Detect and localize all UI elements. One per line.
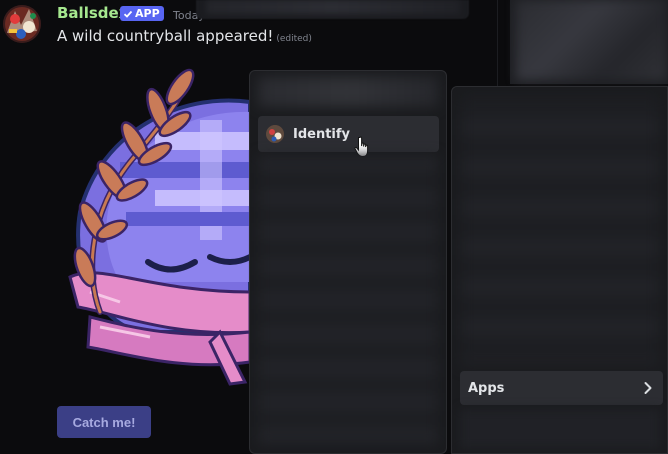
bot-avatar[interactable] [3, 5, 41, 43]
message-content: A wild countryball appeared! (edited) [57, 27, 312, 45]
edited-label: (edited) [276, 34, 312, 44]
verified-check-icon [123, 10, 133, 18]
blurred-toolbar-content [206, 0, 460, 14]
app-badge: APP [120, 6, 164, 21]
blurred-menu-items [258, 155, 438, 445]
apps-label: Apps [468, 380, 505, 396]
menu-item-identify[interactable]: Identify [258, 116, 439, 158]
app-badge-label: APP [135, 7, 160, 20]
context-menu: Identify [249, 70, 447, 454]
blurred-submenu-footer [460, 409, 660, 449]
apps-submenu: Apps [451, 86, 668, 454]
app-avatar-icon [266, 125, 284, 143]
catch-me-button[interactable]: Catch me! [57, 406, 151, 438]
blurred-menu-header [258, 77, 438, 107]
menu-item-apps[interactable]: Apps [460, 371, 663, 405]
author-name[interactable]: Ballsdex [57, 4, 128, 22]
message-text: A wild countryball appeared! [57, 27, 274, 45]
chevron-right-icon [644, 382, 652, 394]
blurred-side-panel [510, 0, 668, 84]
blurred-submenu-items [460, 95, 660, 365]
countryball-image[interactable] [60, 62, 260, 392]
menu-item-label: Identify [293, 126, 351, 142]
